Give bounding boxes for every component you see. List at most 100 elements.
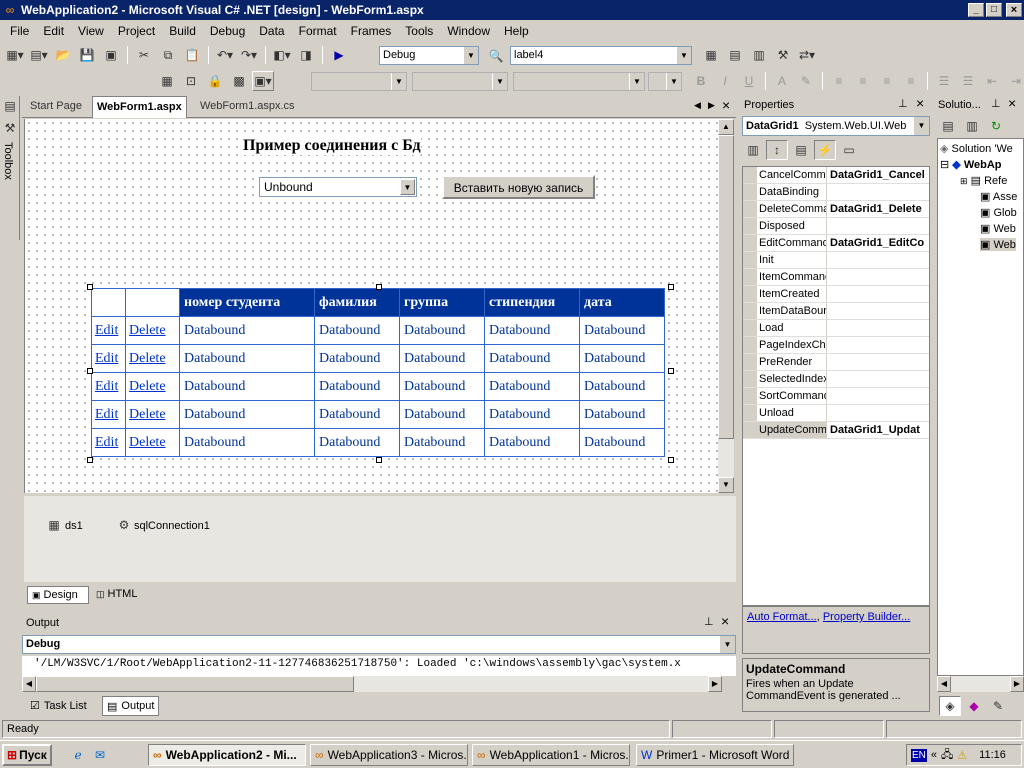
- back-color-icon[interactable]: ✎: [795, 71, 817, 91]
- data-grid[interactable]: номер студента фамилия группа стипендия дата…: [91, 288, 665, 457]
- delete-link[interactable]: Delete: [125, 428, 180, 457]
- new-project-icon[interactable]: ▦▾: [4, 45, 26, 65]
- grid-header[interactable]: фамилия: [314, 288, 400, 317]
- property-row[interactable]: ItemCommanc: [743, 269, 929, 286]
- navigate-forward-icon[interactable]: ◨: [295, 45, 317, 65]
- minimize-button[interactable]: _: [968, 3, 984, 17]
- tab-html[interactable]: ◫ HTML: [96, 588, 137, 600]
- menu-project[interactable]: Project: [111, 22, 162, 40]
- property-value[interactable]: [827, 286, 929, 302]
- bold-icon[interactable]: B: [690, 71, 712, 91]
- solution-tab-icon[interactable]: ◈: [939, 696, 961, 716]
- categorized-icon[interactable]: ▥: [742, 140, 764, 160]
- block-format-select[interactable]: ▼: [311, 72, 407, 91]
- scroll-left-button[interactable]: ◀: [22, 676, 36, 692]
- menu-edit[interactable]: Edit: [36, 22, 71, 40]
- fore-color-icon[interactable]: A: [771, 71, 793, 91]
- pin-icon[interactable]: ⊥: [991, 97, 1001, 110]
- align-right-icon[interactable]: ≡: [876, 71, 898, 91]
- delete-link[interactable]: Delete: [125, 372, 180, 401]
- tree-item[interactable]: ▣ Asse: [980, 190, 1017, 203]
- resize-handle[interactable]: [376, 284, 382, 290]
- alphabetical-icon[interactable]: ↕: [766, 140, 788, 160]
- property-row[interactable]: PageIndexCha: [743, 337, 929, 354]
- property-value[interactable]: DataGrid1_Updat: [827, 422, 929, 438]
- component-ds1[interactable]: ds1: [65, 520, 83, 532]
- language-indicator[interactable]: EN: [911, 748, 927, 762]
- events-icon[interactable]: ⚡: [814, 140, 836, 160]
- scroll-right-button[interactable]: ▶: [1010, 676, 1024, 692]
- property-row[interactable]: DataBinding: [743, 184, 929, 201]
- maximize-button[interactable]: □: [986, 3, 1002, 17]
- tree-item[interactable]: ▣ Web: [980, 238, 1016, 251]
- scroll-left-button[interactable]: ◀: [937, 676, 951, 692]
- property-value[interactable]: [827, 303, 929, 319]
- toolbox-hammer-icon[interactable]: ⚒: [2, 120, 18, 136]
- close-properties-icon[interactable]: ×: [916, 95, 924, 111]
- tree-item[interactable]: ▣ Web: [980, 222, 1016, 235]
- redo-icon[interactable]: ↷▾: [238, 45, 260, 65]
- show-files-icon[interactable]: ▤: [937, 116, 959, 136]
- justify-icon[interactable]: ≡: [900, 71, 922, 91]
- copy-icon[interactable]: ⧉: [157, 45, 179, 65]
- property-value[interactable]: [827, 337, 929, 353]
- ie-icon[interactable]: ℯ: [70, 747, 86, 763]
- lock-icon[interactable]: 🔒: [204, 71, 226, 91]
- save-all-icon[interactable]: ▣: [100, 45, 122, 65]
- font-size2-select[interactable]: ▼: [648, 72, 682, 91]
- tree-item[interactable]: ◈ Solution 'We: [940, 142, 1013, 155]
- paste-icon[interactable]: 📋: [181, 45, 203, 65]
- design-scrollbar[interactable]: ▲ ▼: [718, 119, 734, 493]
- scroll-thumb[interactable]: [718, 135, 734, 439]
- property-row[interactable]: DeleteComma DataGrid1_Delete: [743, 201, 929, 218]
- scroll-right-button[interactable]: ▶: [708, 676, 722, 692]
- menu-debug[interactable]: Debug: [203, 22, 252, 40]
- object-select[interactable]: DataGrid1 System.Web.UI.Web ▼: [742, 116, 930, 136]
- grid-header[interactable]: дата: [579, 288, 665, 317]
- close-output-icon[interactable]: ×: [721, 613, 729, 629]
- outdent-icon[interactable]: ⇤: [981, 71, 1003, 91]
- tab-task-list[interactable]: ☑ Task List: [30, 699, 87, 713]
- edit-link[interactable]: Edit: [91, 372, 126, 401]
- property-row[interactable]: ItemCreated: [743, 286, 929, 303]
- property-row[interactable]: Unload: [743, 405, 929, 422]
- output-hscrollbar[interactable]: ◀ ▶: [22, 676, 722, 692]
- font-size-select[interactable]: ▼: [513, 72, 645, 91]
- dataset-icon[interactable]: ▦: [46, 517, 62, 533]
- menu-tools[interactable]: Tools: [398, 22, 440, 40]
- grid-header[interactable]: номер студента: [179, 288, 315, 317]
- indent-icon[interactable]: ⇥: [1005, 71, 1024, 91]
- property-row[interactable]: SortCommand: [743, 388, 929, 405]
- class-view-icon[interactable]: ⚒: [772, 45, 794, 65]
- open-icon[interactable]: 📂: [52, 45, 74, 65]
- resize-handle[interactable]: [668, 368, 674, 374]
- resize-handle[interactable]: [87, 368, 93, 374]
- menu-format[interactable]: Format: [292, 22, 344, 40]
- property-value[interactable]: [827, 218, 929, 234]
- property-value[interactable]: DataGrid1_EditCo: [827, 235, 929, 251]
- property-value[interactable]: [827, 405, 929, 421]
- edit-link[interactable]: Edit: [91, 344, 126, 373]
- bullet-list-icon[interactable]: ☰: [957, 71, 979, 91]
- server-explorer-icon[interactable]: ▤: [2, 98, 18, 114]
- tab-scroll-right-icon[interactable]: ▶: [708, 100, 715, 111]
- italic-icon[interactable]: I: [714, 71, 736, 91]
- edit-link[interactable]: Edit: [91, 428, 126, 457]
- underline-icon[interactable]: U: [738, 71, 760, 91]
- property-row[interactable]: ItemDataBour: [743, 303, 929, 320]
- tab-start-page[interactable]: Start Page: [30, 100, 82, 112]
- menu-help[interactable]: Help: [497, 22, 536, 40]
- show-grid-icon[interactable]: ▩: [228, 71, 250, 91]
- numbered-list-icon[interactable]: ☰: [933, 71, 955, 91]
- solution-explorer-icon[interactable]: ▦: [700, 45, 722, 65]
- close-solution-icon[interactable]: ×: [1008, 95, 1016, 111]
- property-row[interactable]: Disposed: [743, 218, 929, 235]
- scroll-up-button[interactable]: ▲: [718, 119, 734, 135]
- align-left-icon[interactable]: ≡: [828, 71, 850, 91]
- tab-webform1-aspx-cs[interactable]: WebForm1.aspx.cs: [200, 100, 295, 112]
- toolbox-dock[interactable]: ▤ ⚒ Toolbox: [0, 96, 20, 240]
- grid-header[interactable]: стипендия: [484, 288, 580, 317]
- property-row[interactable]: Load: [743, 320, 929, 337]
- delete-link[interactable]: Delete: [125, 344, 180, 373]
- solution-hscrollbar[interactable]: ◀ ▶: [937, 676, 1024, 692]
